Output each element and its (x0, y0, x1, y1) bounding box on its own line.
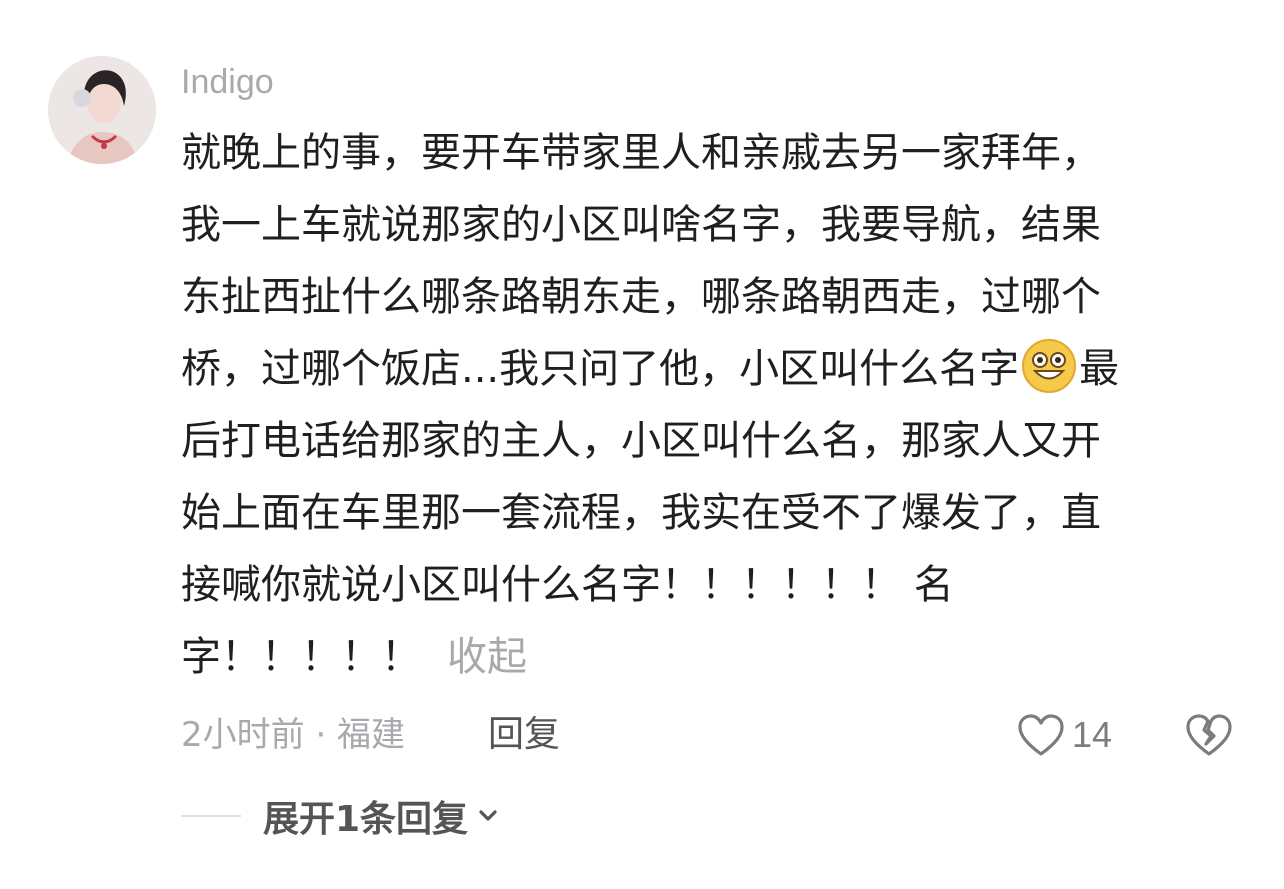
comment-line: 我一上车就说那家的小区叫啥名字，我要导航，结果 (181, 202, 1101, 248)
comment-line: 接喊你就说小区叫什么名字！！！！！！ 名 (181, 562, 954, 608)
comment-line-text: 字！！！！！ (181, 634, 421, 680)
comment-line: 就晚上的事，要开车带家里人和亲戚去另一家拜年， (181, 130, 1101, 176)
reply-button[interactable]: 回复 (488, 710, 560, 760)
broken-heart-icon (1186, 714, 1232, 756)
comment-line-with-emoji: 桥，过哪个饭店...我只问了他，小区叫什么名字 最 (181, 333, 1241, 405)
comment-line-tail: 最 (1079, 346, 1120, 392)
grinning-emoji-icon (1022, 339, 1077, 393)
like-button[interactable]: 14 (1016, 708, 1112, 762)
heart-icon (1018, 714, 1064, 756)
collapse-link[interactable]: 收起 (447, 634, 527, 680)
comment-text: 就晚上的事，要开车带家里人和亲戚去另一家拜年， 我一上车就说那家的小区叫啥名字，… (181, 117, 1241, 693)
divider-line (181, 815, 241, 817)
avatar[interactable] (48, 56, 156, 164)
comment-line-text: 桥，过哪个饭店...我只问了他，小区叫什么名字 (181, 346, 1020, 392)
comment-last-line: 字！！！！！ 收起 (181, 621, 1241, 693)
like-count: 14 (1072, 714, 1113, 755)
expand-replies-label: 展开1条回复 (263, 799, 469, 840)
comment-line: 东扯西扯什么哪条路朝东走，哪条路朝西走，过哪个 (181, 274, 1101, 320)
comment-line: 始上面在车里那一套流程，我实在受不了爆发了，直 (181, 490, 1101, 536)
username[interactable]: Indigo (181, 60, 274, 104)
dislike-button[interactable] (1184, 710, 1234, 760)
expand-replies-button[interactable]: 展开1条回复 (181, 790, 502, 842)
comment-line: 后打电话给那家的主人，小区叫什么名，那家人又开 (181, 418, 1101, 464)
chevron-down-icon (479, 810, 497, 821)
timestamp-location: 2小时前 · 福建 (181, 715, 406, 755)
